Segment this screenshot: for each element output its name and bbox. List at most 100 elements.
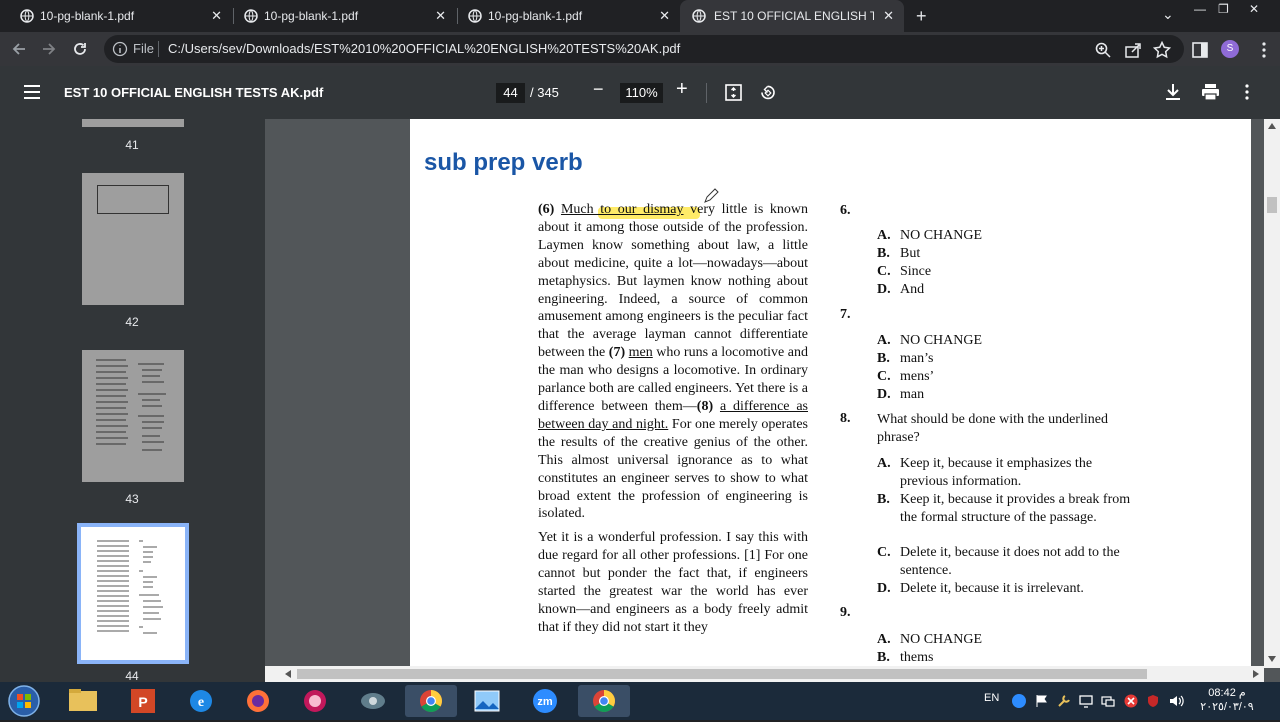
chrome-taskbar[interactable] [405,685,457,717]
zoom-magnifier-icon[interactable] [1094,41,1112,59]
question-ref: (6) [538,202,555,217]
print-icon[interactable] [1201,83,1220,101]
question-number: 9. [840,605,851,620]
page-thumbnail[interactable] [82,119,184,127]
tools-tray-icon[interactable] [1057,694,1071,708]
start-button-icon[interactable] [6,684,42,718]
question-number: 7. [840,307,851,322]
side-panel-icon[interactable] [1191,41,1209,59]
hamburger-menu-icon[interactable] [23,84,41,100]
restore-button[interactable]: ❐ [1218,2,1229,16]
close-icon[interactable]: ✕ [659,8,670,24]
tab-search-button[interactable]: ⌄ [1162,6,1174,23]
document-scroll-thumb[interactable] [1267,197,1277,213]
document-vertical-scrollbar[interactable] [1264,119,1280,668]
fit-page-icon[interactable] [724,83,743,102]
answer-option: C. Since [877,264,932,279]
antivirus-tray-icon[interactable] [1124,694,1138,708]
document-horizontal-scrollbar[interactable] [265,666,1264,682]
zoom-level-input[interactable]: 110% [620,83,663,103]
question-ref: (7) [608,345,626,361]
pdf-title: EST 10 OFFICIAL ENGLISH TESTS AK.pdf [64,85,324,100]
network-tray-icon[interactable] [1101,694,1115,708]
thumbnail-label: 41 [125,138,139,152]
page-heading: sub prep verb [424,149,583,176]
answer-option: A. NO CHANGE [877,333,983,348]
firefox-taskbar[interactable] [232,685,284,717]
scroll-right-icon[interactable] [1253,670,1259,678]
folder-icon [69,689,97,711]
windows-taskbar: P e zm EN 08:42 م ٢٠٢٥/٠٣/٠٩ [0,682,1280,720]
thumbnail-label: 44 [125,669,139,682]
internet-explorer-icon: e [190,690,212,712]
system-clock[interactable]: 08:42 م ٢٠٢٥/٠٣/٠٩ [1192,686,1262,714]
browser-tab[interactable]: 10-pg-blank-1.pdf ✕ [224,0,456,32]
page-thumbnail[interactable] [82,350,184,482]
file-explorer-taskbar[interactable] [57,685,109,717]
passage-text: very little is known about it among thos… [538,202,809,361]
tab-title: 10-pg-blank-1.pdf [40,9,135,23]
tab-title: 10-pg-blank-1.pdf [488,9,583,23]
app-taskbar[interactable] [289,685,341,717]
zoom-out-button[interactable]: − [593,79,604,100]
forward-arrow-icon[interactable] [41,41,57,57]
page-thumbnail-selected[interactable] [77,523,189,664]
profile-avatar[interactable]: S [1221,40,1239,58]
browser-tab[interactable]: 10-pg-blank-1.pdf ✕ [448,0,680,32]
window-close-button[interactable]: ✕ [1249,2,1259,16]
zoom-taskbar[interactable]: zm [519,685,571,717]
globe-icon [468,9,482,23]
close-icon[interactable]: ✕ [883,8,894,24]
close-icon[interactable]: ✕ [211,8,222,24]
chrome-menu-icon[interactable] [1255,41,1273,59]
clock-date: ٢٠٢٥/٠٣/٠٩ [1200,701,1254,713]
more-options-icon[interactable] [1244,84,1250,100]
scroll-left-icon[interactable] [285,670,291,678]
image-viewer-taskbar[interactable] [461,685,513,717]
zoom-in-button[interactable]: + [676,78,688,101]
url-text[interactable]: C:/Users/sev/Downloads/EST%2010%20OFFICI… [168,41,680,56]
question-number: 8. [840,411,851,426]
download-icon[interactable] [1165,83,1181,101]
horizontal-scroll-thumb[interactable] [297,669,1147,679]
chrome-taskbar[interactable] [578,685,630,717]
browser-toolbar: File C:/Users/sev/Downloads/EST%2010%20O… [0,32,1280,66]
page-number-input[interactable]: 44 [496,83,525,103]
bookmark-star-icon[interactable] [1153,41,1171,59]
minimize-button[interactable]: — [1194,2,1206,16]
back-arrow-icon[interactable] [11,41,27,57]
page-total: / 345 [530,85,559,100]
close-icon[interactable]: ✕ [435,8,446,24]
thumbnail-table [97,185,169,214]
powerpoint-taskbar[interactable]: P [117,685,169,717]
zoom-tray-icon[interactable] [1012,694,1026,708]
page-thumbnail[interactable] [82,173,184,305]
volume-tray-icon[interactable] [1169,694,1185,708]
image-viewer-icon [474,690,500,712]
rotate-icon[interactable] [758,83,777,102]
chrome-icon [593,690,615,712]
display-tray-icon[interactable] [1079,694,1093,708]
globe-icon [20,9,34,23]
reload-icon[interactable] [72,41,88,57]
share-icon[interactable] [1124,41,1142,59]
language-indicator[interactable]: EN [984,692,999,704]
security-tray-icon[interactable] [1146,694,1160,708]
info-icon[interactable] [112,41,128,57]
browser-tab[interactable]: 10-pg-blank-1.pdf ✕ [0,0,232,32]
flag-tray-icon[interactable] [1035,694,1049,708]
zoom-app-icon: zm [533,689,557,713]
app-taskbar[interactable] [347,685,399,717]
tab-title: EST 10 OFFICIAL ENGLISH TESTS [714,9,874,23]
scroll-up-icon[interactable] [1268,123,1276,129]
internet-explorer-taskbar[interactable]: e [175,685,227,717]
scroll-down-icon[interactable] [1268,656,1276,662]
answer-option: D. man [877,387,925,402]
globe-icon [244,9,258,23]
question-text: What should be done with the underlined … [877,412,1108,445]
swirl-app-icon [304,690,326,712]
new-tab-button[interactable]: + [916,6,927,27]
answer-option: D. Delete it, because it is irrelevant. [877,581,1084,596]
globe-icon [692,9,706,23]
browser-tab-active[interactable]: EST 10 OFFICIAL ENGLISH TESTS ✕ [680,0,904,32]
